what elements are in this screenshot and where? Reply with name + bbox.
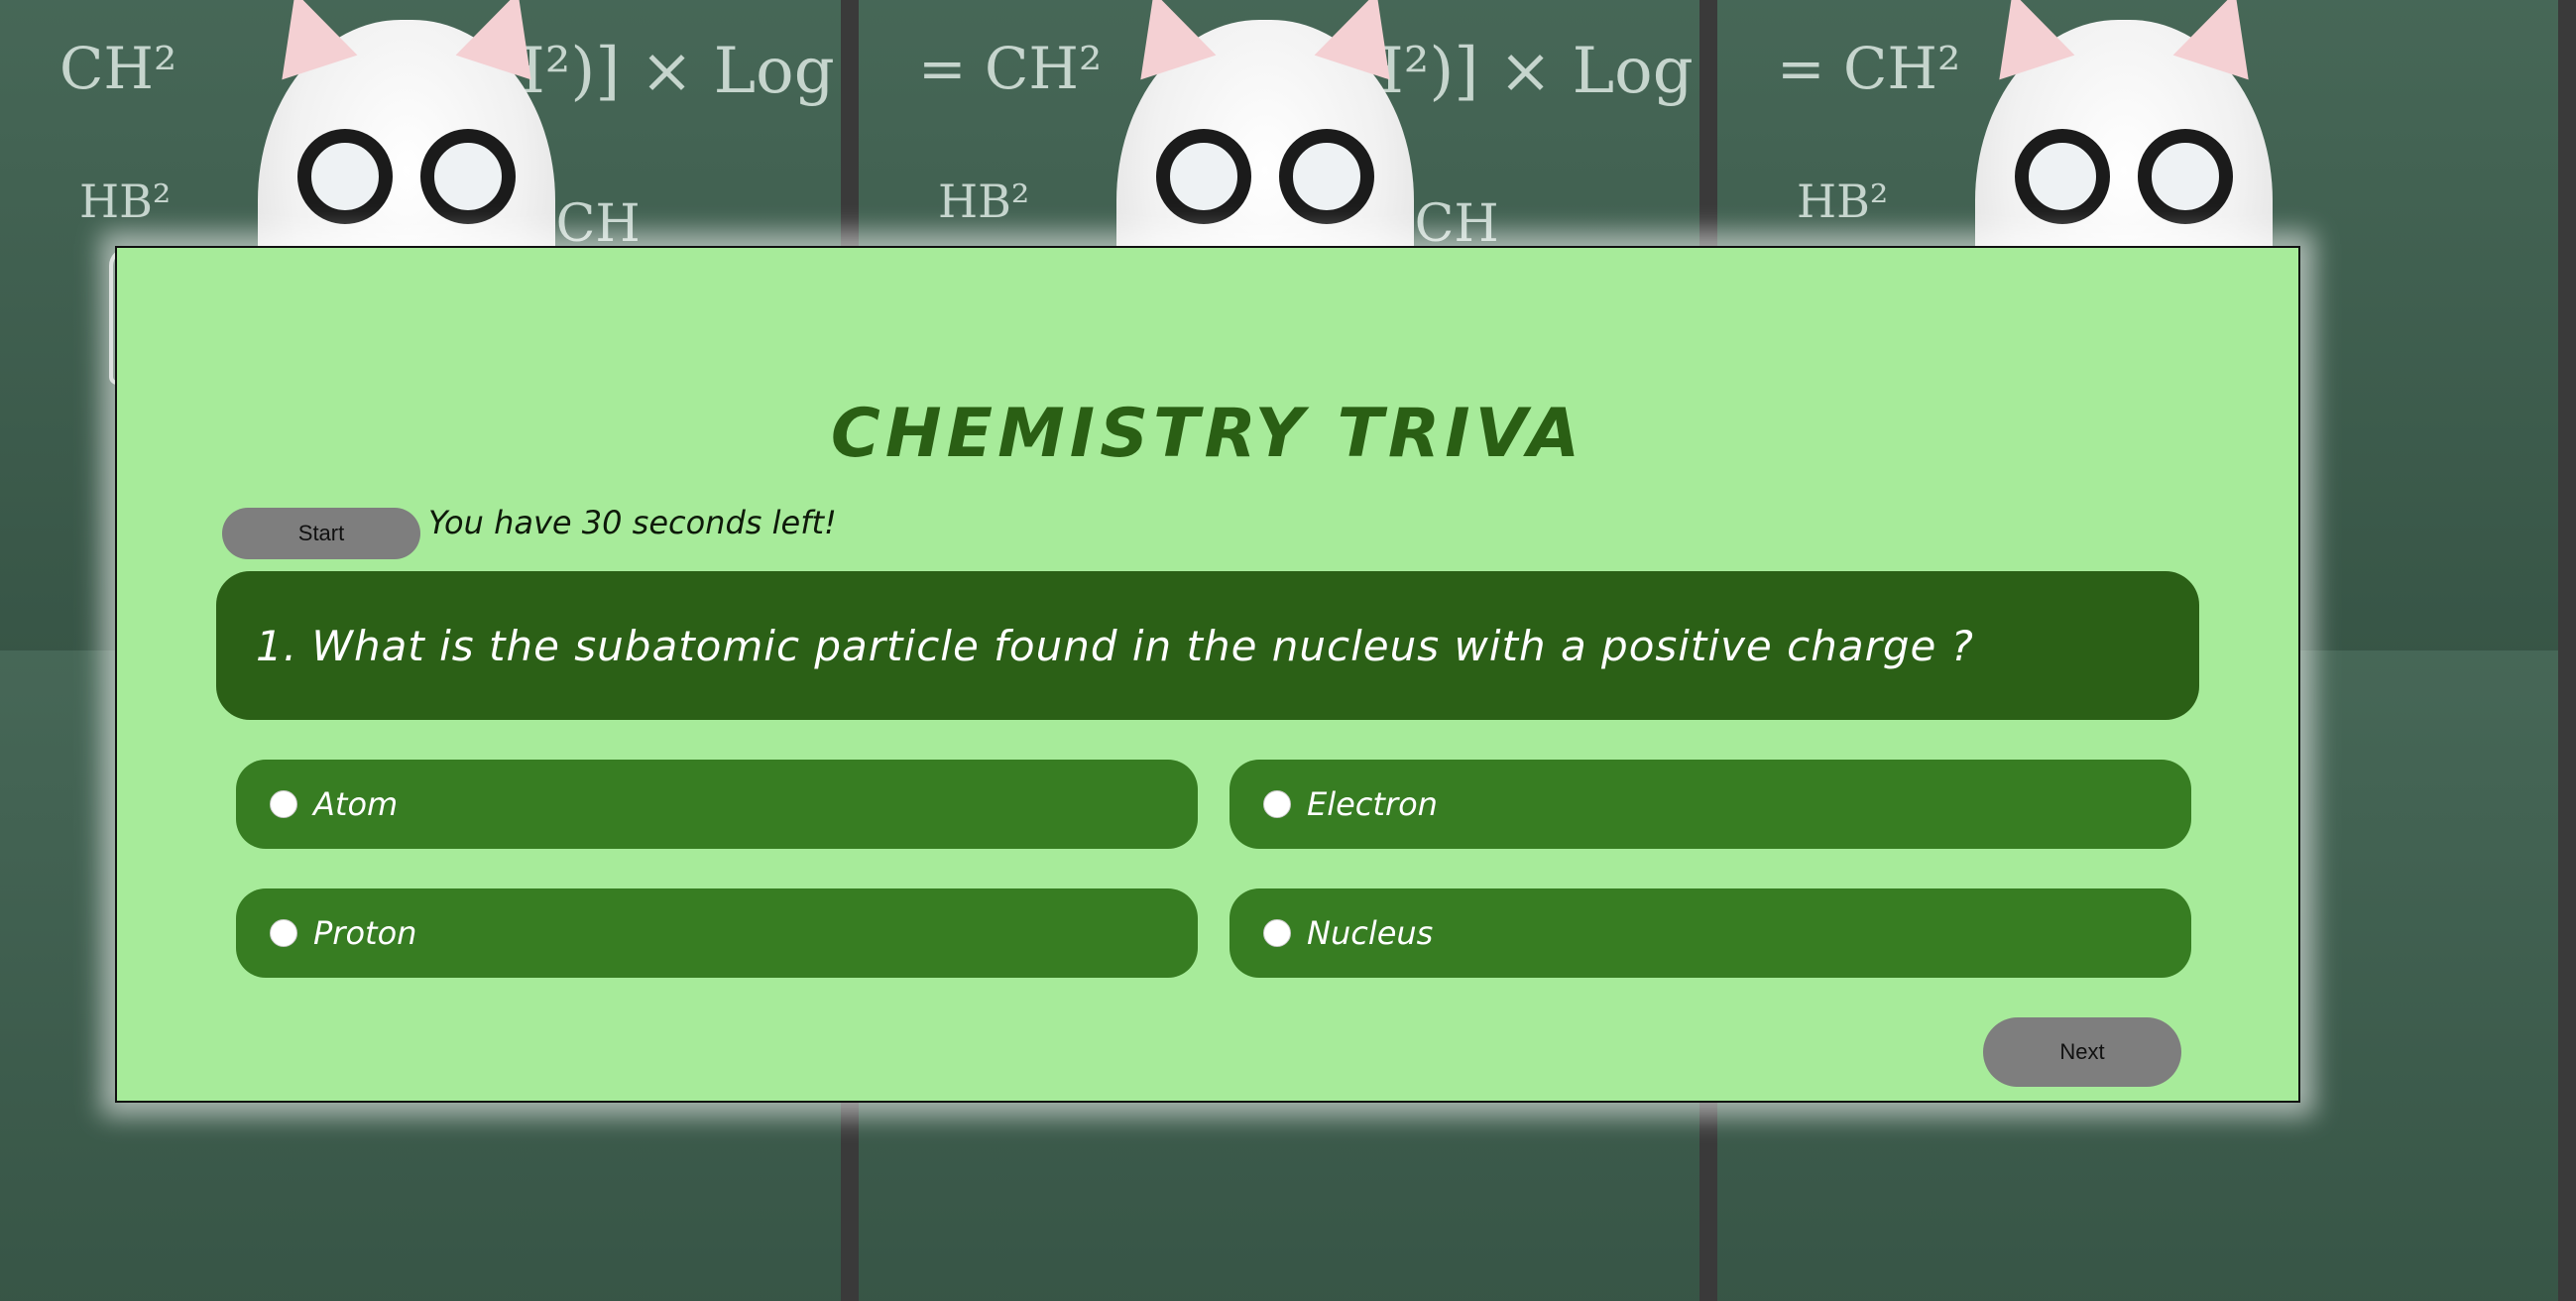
answer-option-label: Electron — [1307, 785, 1438, 823]
answer-option-atom[interactable]: Atom — [236, 760, 1198, 849]
answer-option-electron[interactable]: Electron — [1229, 760, 2191, 849]
radio-button[interactable] — [1263, 919, 1291, 947]
start-button[interactable]: Start — [222, 508, 420, 559]
question-text: 1. What is the subatomic particle found … — [256, 621, 1974, 670]
question-box: 1. What is the subatomic particle found … — [216, 571, 2199, 720]
answer-option-proton[interactable]: Proton — [236, 888, 1198, 978]
radio-button[interactable] — [1263, 790, 1291, 818]
answer-option-nucleus[interactable]: Nucleus — [1229, 888, 2191, 978]
quiz-card: CHEMISTRY TRIVA Start You have 30 second… — [115, 246, 2300, 1103]
radio-button[interactable] — [270, 790, 297, 818]
answer-option-label: Atom — [313, 785, 399, 823]
answer-option-label: Nucleus — [1307, 914, 1434, 952]
next-button[interactable]: Next — [1983, 1017, 2181, 1087]
radio-button[interactable] — [270, 919, 297, 947]
timer-text: You have 30 seconds left! — [428, 504, 837, 541]
page-title: CHEMISTRY TRIVA — [830, 395, 1585, 473]
answer-option-label: Proton — [313, 914, 417, 952]
